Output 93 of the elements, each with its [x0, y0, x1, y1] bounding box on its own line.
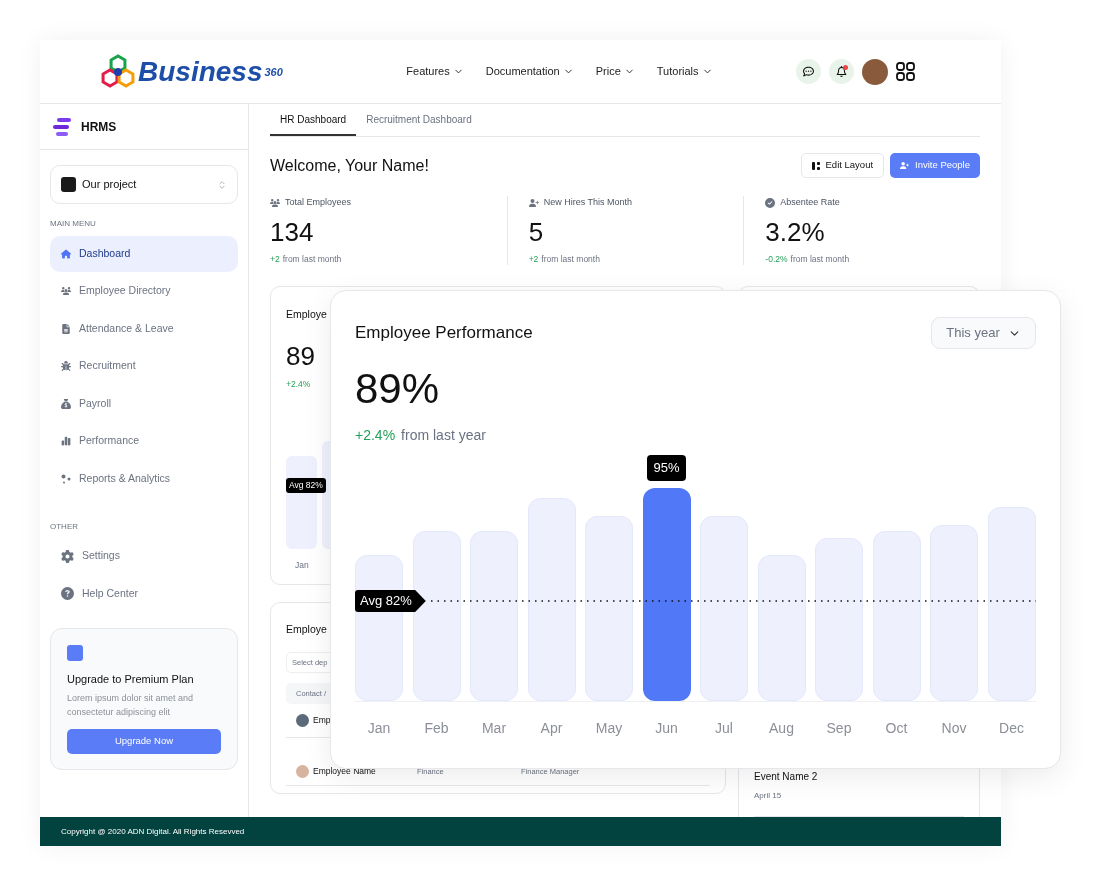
plan-icon [67, 644, 83, 661]
bar-chart-icon [61, 436, 71, 447]
section-title: MAIN MENU [50, 218, 97, 230]
bug-icon [61, 361, 71, 372]
help-icon [61, 587, 74, 601]
brand-superscript: 360 [264, 64, 283, 80]
month-label: May [594, 719, 624, 738]
month-label: Feb [423, 719, 450, 738]
nav-menu[interactable]: Features [406, 63, 464, 80]
month-label: Sep [825, 719, 853, 738]
month-label: Jul [714, 719, 734, 738]
stat-label: Absentee Rate [780, 196, 840, 209]
performance-change: +2.4% [286, 378, 312, 391]
user-plus-icon [528, 197, 539, 208]
upgrade-text: Lorem ipsum dolor sit amet and consectetur adipiscing elit [67, 692, 195, 719]
nav-menu[interactable]: Price [595, 63, 635, 80]
month-label: Nov [940, 719, 968, 738]
logo-icon [100, 53, 136, 90]
month-label: Apr [539, 719, 564, 738]
popup-note: from last year [401, 426, 486, 445]
menu-item[interactable]: Performance [50, 423, 238, 459]
month-label: Jan [295, 558, 310, 572]
home-icon [61, 248, 71, 259]
stat-change: +2 [270, 252, 280, 266]
stat-note: from last month [790, 252, 850, 266]
menu-item[interactable]: Recruitment [50, 348, 238, 384]
stat-value: 3.2% [765, 215, 826, 249]
settings-icon [61, 549, 74, 563]
popup-change: +2.4% [355, 426, 396, 445]
value-tag: 95% [647, 455, 686, 481]
stat-value: 5 [528, 215, 545, 249]
hrms-logo-icon [53, 117, 73, 136]
copyright-text: Copyright @ 2020 ADN Digital. All Rights Resevved [61, 825, 245, 838]
card-title: Employe [286, 622, 328, 638]
user-plus-icon [900, 161, 910, 170]
month-label: Dec [998, 719, 1025, 738]
menu-item[interactable]: Dashboard [50, 236, 238, 272]
grid-icon[interactable] [896, 62, 915, 81]
chat-icon [803, 66, 814, 77]
notification-button[interactable] [829, 59, 854, 84]
period-dropdown[interactable]: This year [931, 317, 1036, 349]
avatar[interactable] [862, 58, 888, 85]
employee-name: Employee Name [313, 765, 377, 778]
nav-menu[interactable]: Tutorials [656, 63, 713, 80]
sort-icon [217, 179, 227, 190]
menu-item[interactable]: Help Center [50, 576, 238, 612]
upgrade-title: Upgrade to Premium Plan [67, 671, 195, 687]
app-name: HRMS [81, 118, 117, 136]
edit-layout-button[interactable]: Edit Layout [800, 153, 885, 178]
event-date: April 15 [754, 790, 783, 802]
section-title: OTHER [50, 520, 79, 533]
welcome-heading: Welcome, Your Name! [270, 155, 429, 176]
menu-item[interactable]: Attendance & Leave [50, 311, 238, 347]
project-icon [61, 177, 76, 192]
layout-icon [811, 161, 820, 170]
dots-icon [61, 473, 71, 484]
employee-avatar [296, 714, 309, 727]
popup-title: Employee Performance [355, 322, 533, 345]
month-label: Oct [884, 719, 909, 738]
chat-button[interactable] [796, 59, 821, 84]
stat-note: from last month [282, 252, 342, 266]
performance-value: 89 [286, 340, 316, 373]
stat-note: from last month [541, 252, 600, 266]
tab[interactable]: HR Dashboard [270, 104, 357, 136]
menu-item[interactable]: Payroll [50, 386, 238, 422]
brand-name: Business [138, 57, 263, 86]
card-title: Employe [286, 307, 328, 323]
money-bag-icon [61, 398, 71, 409]
menu-item[interactable]: Settings [50, 538, 238, 574]
month-label: Jun [654, 719, 679, 738]
average-tag: Avg 82% [355, 590, 426, 612]
nav-menu[interactable]: Documentation [485, 63, 574, 80]
upgrade-button[interactable]: Upgrade Now [67, 729, 221, 754]
month-label: Jan [366, 719, 392, 738]
people-icon [61, 286, 71, 297]
document-icon [61, 323, 71, 334]
stat-label: Total Employees [285, 196, 352, 209]
stat-change: +2 [528, 252, 539, 266]
invite-button[interactable]: Invite People [890, 153, 980, 178]
menu-item[interactable]: Reports & Analytics [50, 461, 238, 497]
event-name: Event Name 2 [754, 770, 819, 784]
month-label: Mar [480, 719, 508, 738]
popup-value: 89% [355, 364, 441, 414]
project-select[interactable]: Our project [50, 165, 238, 204]
people-icon [270, 197, 280, 208]
tab[interactable]: Recruitment Dashboard [356, 104, 482, 136]
month-label: Aug [768, 719, 795, 738]
employee-avatar [296, 765, 309, 778]
menu-item[interactable]: Employee Directory [50, 273, 238, 309]
stat-label: New Hires This Month [543, 196, 633, 209]
employee-name: Emp [313, 714, 332, 727]
stat-value: 134 [270, 215, 315, 249]
stat-change: -0.2% [765, 252, 788, 266]
